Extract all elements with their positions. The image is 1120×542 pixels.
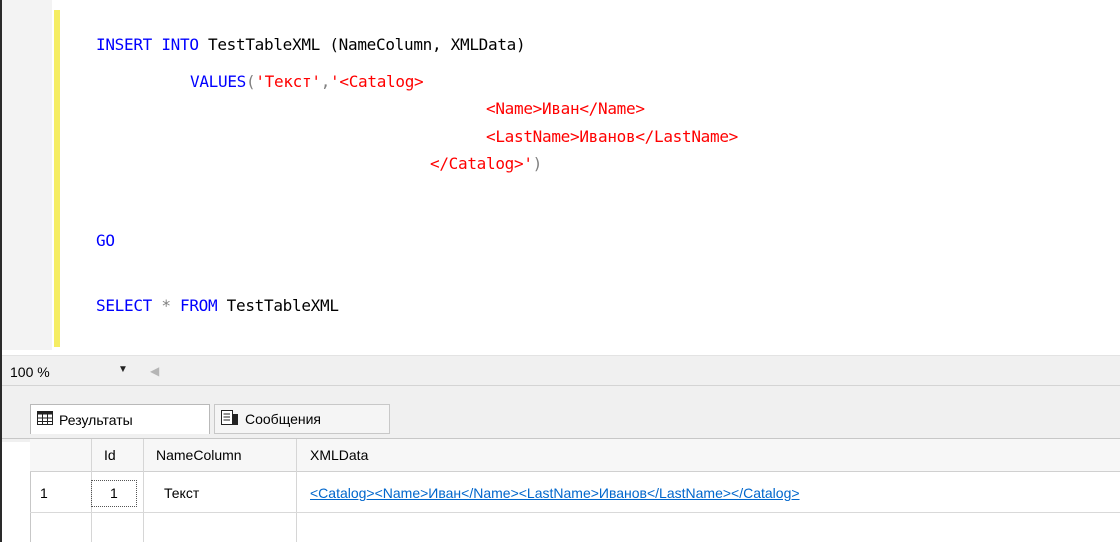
string-literal: <Name>Иван</Name> (486, 99, 645, 118)
cell-xmldata[interactable]: <Catalog><Name>Иван</Name><LastName>Иван… (310, 485, 800, 501)
zoom-level[interactable]: 100 % (10, 364, 50, 380)
zoom-bar (2, 355, 1120, 386)
operator: , (320, 72, 331, 91)
string-literal: 'Текст' (255, 72, 321, 91)
code-line-2: VALUES('Текст','<Catalog> (190, 71, 424, 93)
scroll-left-icon[interactable]: ◀ (150, 364, 159, 378)
tab-label: Результаты (59, 411, 133, 428)
code-line-5: </Catalog>') (430, 153, 542, 175)
tab-label: Сообщения (245, 411, 321, 427)
keyword: SELECT (96, 296, 152, 315)
tab-results[interactable]: Результаты (30, 404, 210, 434)
column-header-xmldata[interactable]: XMLData (310, 447, 368, 463)
editor-gutter (2, 0, 52, 350)
row-divider (30, 512, 1120, 513)
xml-link[interactable]: <Catalog><Name>Иван</Name><LastName>Иван… (310, 485, 800, 501)
operator: ) (532, 154, 543, 173)
keyword: GO (96, 231, 115, 250)
code-line-6: GO (96, 230, 115, 252)
cell-id[interactable]: 1 (110, 485, 118, 501)
change-tracking-bar (54, 10, 60, 347)
code-line-4: <LastName>Иванов</LastName> (486, 126, 738, 148)
identifier: TestTableXML (217, 296, 339, 315)
messages-icon (221, 409, 239, 429)
code-line-3: <Name>Иван</Name> (486, 98, 645, 120)
keyword: FROM (180, 296, 218, 315)
operator: ( (246, 72, 256, 91)
keyword: INTO (161, 35, 199, 54)
identifier: TestTableXML (NameColumn, XMLData) (198, 35, 526, 54)
chevron-down-icon[interactable]: ▼ (118, 364, 128, 375)
string-literal: <LastName>Иванов</LastName> (486, 127, 738, 146)
string-literal: </Catalog>' (430, 154, 533, 173)
column-header-id[interactable]: Id (104, 447, 116, 463)
column-header-namecolumn[interactable]: NameColumn (156, 447, 242, 463)
tab-messages[interactable]: Сообщения (214, 404, 390, 434)
keyword: INSERT (96, 35, 152, 54)
column-divider (143, 439, 144, 542)
grid-icon (37, 411, 53, 428)
cell-namecolumn[interactable]: Текст (164, 485, 199, 501)
code-line-7: SELECT * FROM TestTableXML (96, 295, 339, 317)
keyword: VALUES (190, 72, 246, 91)
column-divider (296, 439, 297, 542)
operator: * (152, 296, 180, 315)
row-number[interactable]: 1 (40, 485, 48, 501)
code-line-1: INSERT INTO TestTableXML (NameColumn, XM… (96, 34, 526, 56)
string-literal: '<Catalog> (330, 72, 424, 91)
